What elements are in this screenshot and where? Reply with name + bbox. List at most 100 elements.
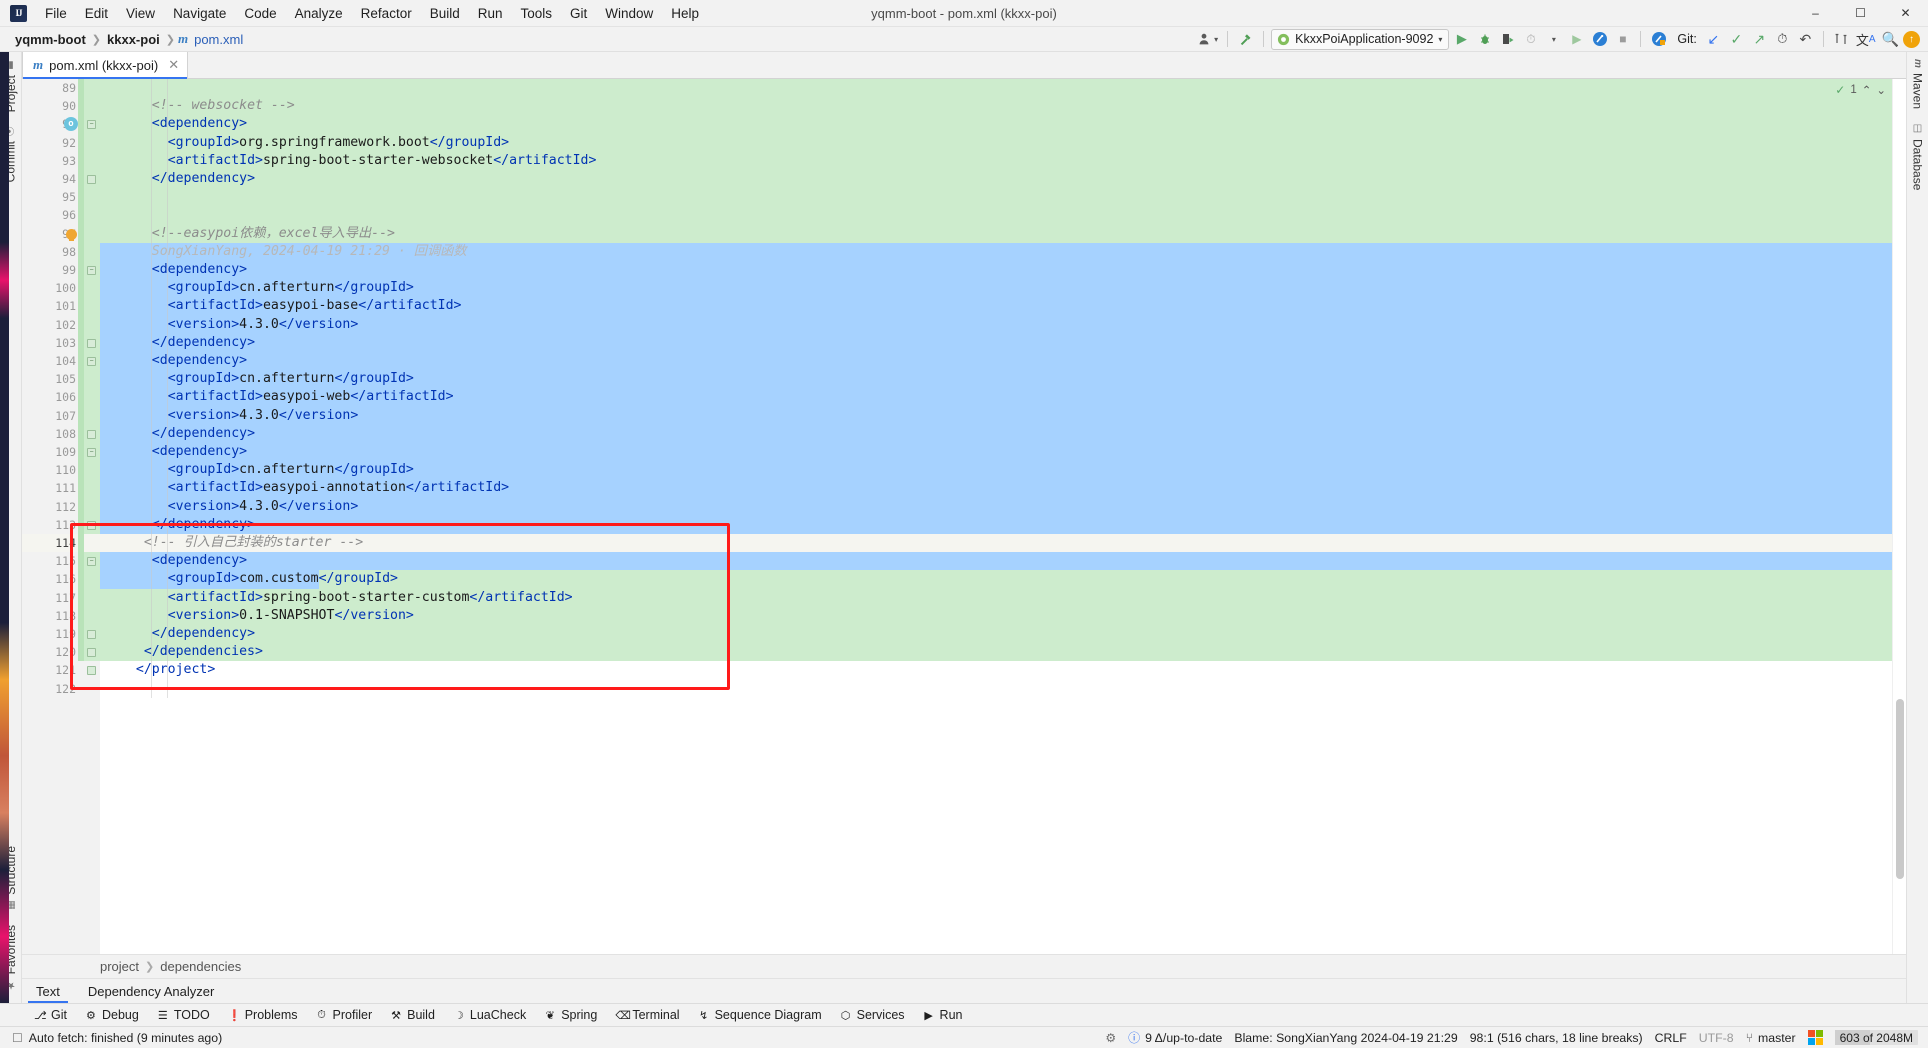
menu-run[interactable]: Run <box>469 3 512 24</box>
code-line[interactable]: </dependency> <box>100 424 1892 443</box>
fold-end-icon[interactable] <box>87 666 96 676</box>
inspections-widget[interactable]: ✓ 1 ⌃ ⌄ <box>1835 83 1886 97</box>
fold-end-icon[interactable] <box>87 648 96 658</box>
tool-window-build[interactable]: ⚒ Build <box>382 1006 443 1024</box>
chevron-up-icon[interactable]: ⌃ <box>1862 83 1872 97</box>
tab-text[interactable]: Text <box>22 979 74 1003</box>
code-line[interactable]: <artifactId>easypoi-web</artifactId> <box>100 388 1892 407</box>
translate-icon[interactable]: 文A <box>1854 29 1878 50</box>
code-line[interactable] <box>100 680 1892 698</box>
ide-settings-sync-icon[interactable] <box>1648 29 1669 50</box>
code-line[interactable]: <artifactId>easypoi-annotation</artifact… <box>100 479 1892 498</box>
chevron-down-icon[interactable]: ⌄ <box>1876 83 1886 97</box>
sidebar-item-maven[interactable]: m Maven <box>1909 52 1927 116</box>
tab-dependency-analyzer[interactable]: Dependency Analyzer <box>74 979 228 1003</box>
breadcrumb-module[interactable]: kkxx-poi <box>104 31 163 48</box>
blame-widget[interactable]: Blame: SongXianYang 2024-04-19 21:29 <box>1234 1031 1457 1045</box>
tool-window-todo[interactable]: ☰ TODO <box>149 1006 218 1024</box>
code-line[interactable]: <groupId>cn.afterturn</groupId> <box>100 370 1892 389</box>
line-separator[interactable]: CRLF <box>1655 1031 1687 1045</box>
menu-build[interactable]: Build <box>421 3 469 24</box>
push-icon[interactable]: ↗ <box>1749 29 1770 50</box>
rollback-icon[interactable]: ↶ <box>1795 29 1816 50</box>
code-line[interactable]: <artifactId>spring-boot-starter-websocke… <box>100 151 1892 170</box>
debug-button[interactable] <box>1474 29 1495 50</box>
code-line[interactable]: <dependency> <box>100 443 1892 462</box>
code-line[interactable]: <dependency> <box>100 115 1892 134</box>
caret-position[interactable]: 98:1 (516 chars, 18 line breaks) <box>1470 1031 1643 1045</box>
problems-widget[interactable]: ⓘ 9 Δ/up-to-date <box>1128 1029 1222 1046</box>
menu-git[interactable]: Git <box>561 3 596 24</box>
diff-compare-icon[interactable] <box>1831 29 1852 50</box>
code-line[interactable]: </dependency> <box>100 333 1892 352</box>
code-line[interactable]: </dependency> <box>100 170 1892 189</box>
sidebar-item-database[interactable]: ◫ Database <box>1909 116 1927 197</box>
code-line[interactable]: <version>4.3.0</version> <box>100 315 1892 334</box>
run-gutter-button[interactable]: ▶ <box>1566 29 1587 50</box>
menu-view[interactable]: View <box>117 3 164 24</box>
update-available-icon[interactable]: ↑ <box>1903 30 1920 48</box>
commit-icon[interactable]: ✓ <box>1726 29 1747 50</box>
editor-gutter[interactable]: 89 9091o 92 93 94 95 96 9798 99 100 101 102 103 104 10… <box>22 79 84 954</box>
editor-tab-pom-xml[interactable]: m pom.xml (kkxx-poi) ✕ <box>22 52 189 79</box>
tool-window-luacheck[interactable]: ☽ LuaCheck <box>445 1006 534 1024</box>
run-button[interactable]: ▶ <box>1451 29 1472 50</box>
user-account-icon[interactable]: ▾ <box>1196 29 1220 50</box>
fold-collapse-icon[interactable]: − <box>87 357 96 366</box>
update-project-icon[interactable]: ↙ <box>1703 29 1724 50</box>
breadcrumb-file[interactable]: pom.xml <box>191 31 246 48</box>
breadcrumb-project[interactable]: yqmm-boot <box>12 31 89 48</box>
editor-fold-column[interactable]: − − − − − <box>84 79 100 954</box>
fold-end-icon[interactable] <box>87 520 96 530</box>
menu-code[interactable]: Code <box>235 3 285 24</box>
search-everywhere-icon[interactable]: 🔍 <box>1880 29 1901 50</box>
code-line[interactable]: </project> <box>100 661 1892 679</box>
fold-collapse-icon[interactable]: − <box>87 448 96 457</box>
code-line[interactable]: <dependency> <box>100 352 1892 371</box>
menu-file[interactable]: File <box>36 3 76 24</box>
hammer-build-icon[interactable] <box>1235 29 1256 50</box>
tool-window-sequence-diagram[interactable]: ↯ Sequence Diagram <box>690 1006 830 1024</box>
inspection-profile-icon[interactable]: ⚙ <box>1105 1031 1116 1045</box>
close-icon[interactable]: ✕ <box>168 57 179 73</box>
fold-end-icon[interactable] <box>87 175 96 184</box>
menu-tools[interactable]: Tools <box>512 3 562 24</box>
stop-button[interactable]: ■ <box>1612 29 1633 50</box>
tool-window-run[interactable]: ▶ Run <box>915 1006 971 1024</box>
code-line[interactable]: <!-- 引入自己封装的starter --> <box>100 534 1892 553</box>
fold-end-icon[interactable] <box>87 429 96 439</box>
notification-icon[interactable]: ☐ <box>12 1031 23 1045</box>
run-configuration-selector[interactable]: KkxxPoiApplication-9092 ▾ <box>1271 28 1450 50</box>
minimize-button[interactable]: – <box>1793 0 1838 27</box>
tool-window-terminal[interactable]: ⌫ Terminal <box>607 1006 687 1024</box>
menu-window[interactable]: Window <box>596 3 662 24</box>
run-with-coverage-button[interactable] <box>1497 29 1518 50</box>
close-button[interactable]: ✕ <box>1883 0 1928 27</box>
ide-assistant-icon[interactable] <box>1589 29 1610 50</box>
fold-end-icon[interactable] <box>87 338 96 348</box>
code-line[interactable]: <artifactId>spring-boot-starter-custom</… <box>100 588 1892 607</box>
fold-end-icon[interactable] <box>87 630 96 639</box>
code-line[interactable]: <!--easypoi依赖，excel导入导出--> <box>100 224 1892 243</box>
code-line[interactable] <box>100 206 1892 225</box>
intention-bulb-icon[interactable] <box>66 228 77 241</box>
maximize-button[interactable]: ☐ <box>1838 0 1883 27</box>
menu-analyze[interactable]: Analyze <box>286 3 352 24</box>
code-line[interactable]: <groupId>com.custom</groupId> <box>100 570 1892 589</box>
code-line[interactable]: <groupId>org.springframework.boot</group… <box>100 133 1892 152</box>
menu-navigate[interactable]: Navigate <box>164 3 235 24</box>
code-content[interactable]: <!-- websocket --> <dependency> <groupId>o… <box>100 79 1892 954</box>
menu-help[interactable]: Help <box>662 3 708 24</box>
code-line[interactable]: <groupId>cn.afterturn</groupId> <box>100 279 1892 298</box>
tool-window-git[interactable]: ⎇ Git <box>26 1006 75 1024</box>
code-line[interactable]: <!-- websocket --> <box>100 97 1892 116</box>
code-line[interactable]: <artifactId>easypoi-base</artifactId> <box>100 297 1892 316</box>
code-line[interactable]: </dependency> <box>100 515 1892 534</box>
memory-indicator[interactable]: 603 of 2048M <box>1834 1030 1918 1045</box>
tool-window-problems[interactable]: ❗ Problems <box>220 1006 306 1024</box>
code-line[interactable]: <version>4.3.0</version> <box>100 406 1892 425</box>
editor-viewport[interactable]: ✓ 1 ⌃ ⌄ 89 9091o 92 93 94 95 96 9798 99 100 101 102… <box>22 79 1906 954</box>
tool-window-services[interactable]: ⬡ Services <box>832 1006 913 1024</box>
code-line[interactable]: <dependency> <box>100 552 1892 571</box>
breadcrumb-item-project[interactable]: project <box>100 959 139 974</box>
